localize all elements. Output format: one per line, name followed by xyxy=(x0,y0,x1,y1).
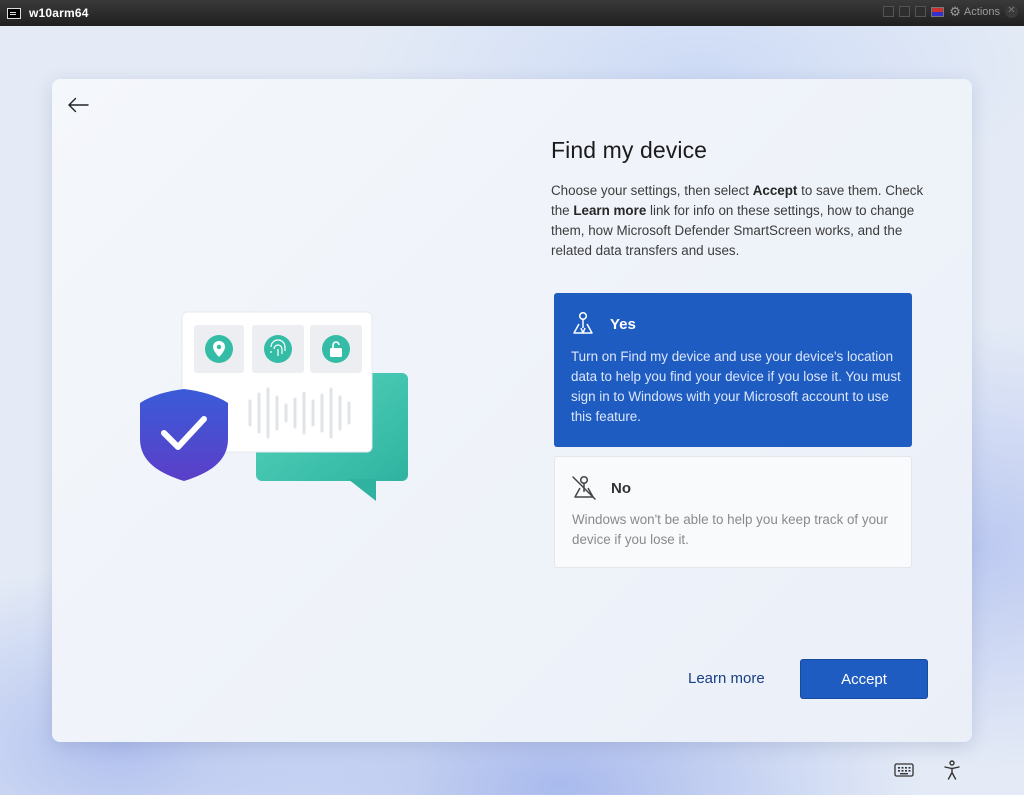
vm-titlebar: w10arm64 ⚙ Actions ✕ xyxy=(0,0,1024,26)
accessibility-button[interactable] xyxy=(941,760,963,780)
page-title: Find my device xyxy=(551,137,708,163)
oobe-card: Find my device Choose your settings, the… xyxy=(52,79,972,742)
accept-button[interactable]: Accept xyxy=(800,659,928,699)
vm-restore-icon[interactable] xyxy=(899,6,911,17)
flag-icon[interactable] xyxy=(931,6,945,17)
option-yes[interactable]: Yes Turn on Find my device and use your … xyxy=(554,293,912,447)
shield-check-shape xyxy=(140,389,228,481)
vm-window-title: w10arm64 xyxy=(29,6,89,20)
vm-snapshot-icon[interactable] xyxy=(883,6,895,17)
option-no-header: No xyxy=(571,475,631,501)
option-yes-header: Yes xyxy=(570,311,636,337)
actions-menu[interactable]: ⚙ Actions xyxy=(949,4,1000,19)
option-no-label: No xyxy=(611,479,631,497)
terminal-icon xyxy=(7,7,21,19)
option-yes-text: Turn on Find my device and use your devi… xyxy=(571,349,901,424)
gear-icon: ⚙ xyxy=(949,4,961,19)
actions-label: Actions xyxy=(963,5,1000,18)
back-button[interactable] xyxy=(64,91,92,119)
description-accept-word: Accept xyxy=(752,183,798,198)
learn-more-link[interactable]: Learn more xyxy=(688,670,765,687)
keyboard-icon xyxy=(894,763,914,777)
keyboard-button[interactable] xyxy=(893,760,915,780)
option-no[interactable]: No Windows won't be able to help you kee… xyxy=(554,456,912,568)
accessibility-icon xyxy=(944,760,960,780)
location-person-off-icon xyxy=(572,475,596,500)
vm-controls: ⚙ Actions ✕ xyxy=(883,5,1018,18)
option-no-text: Windows won't be able to help you keep t… xyxy=(572,512,888,547)
page-description: Choose your settings, then select Accept… xyxy=(551,181,943,261)
option-yes-label: Yes xyxy=(610,315,636,333)
description-part1: Choose your settings, then select xyxy=(551,183,753,198)
vm-window-icon[interactable] xyxy=(915,6,927,17)
back-arrow-icon xyxy=(68,97,89,113)
close-icon[interactable]: ✕ xyxy=(1005,5,1018,18)
location-person-icon xyxy=(573,311,593,334)
description-learn-more-word: Learn more xyxy=(573,203,647,218)
find-my-device-illustration xyxy=(140,311,408,501)
